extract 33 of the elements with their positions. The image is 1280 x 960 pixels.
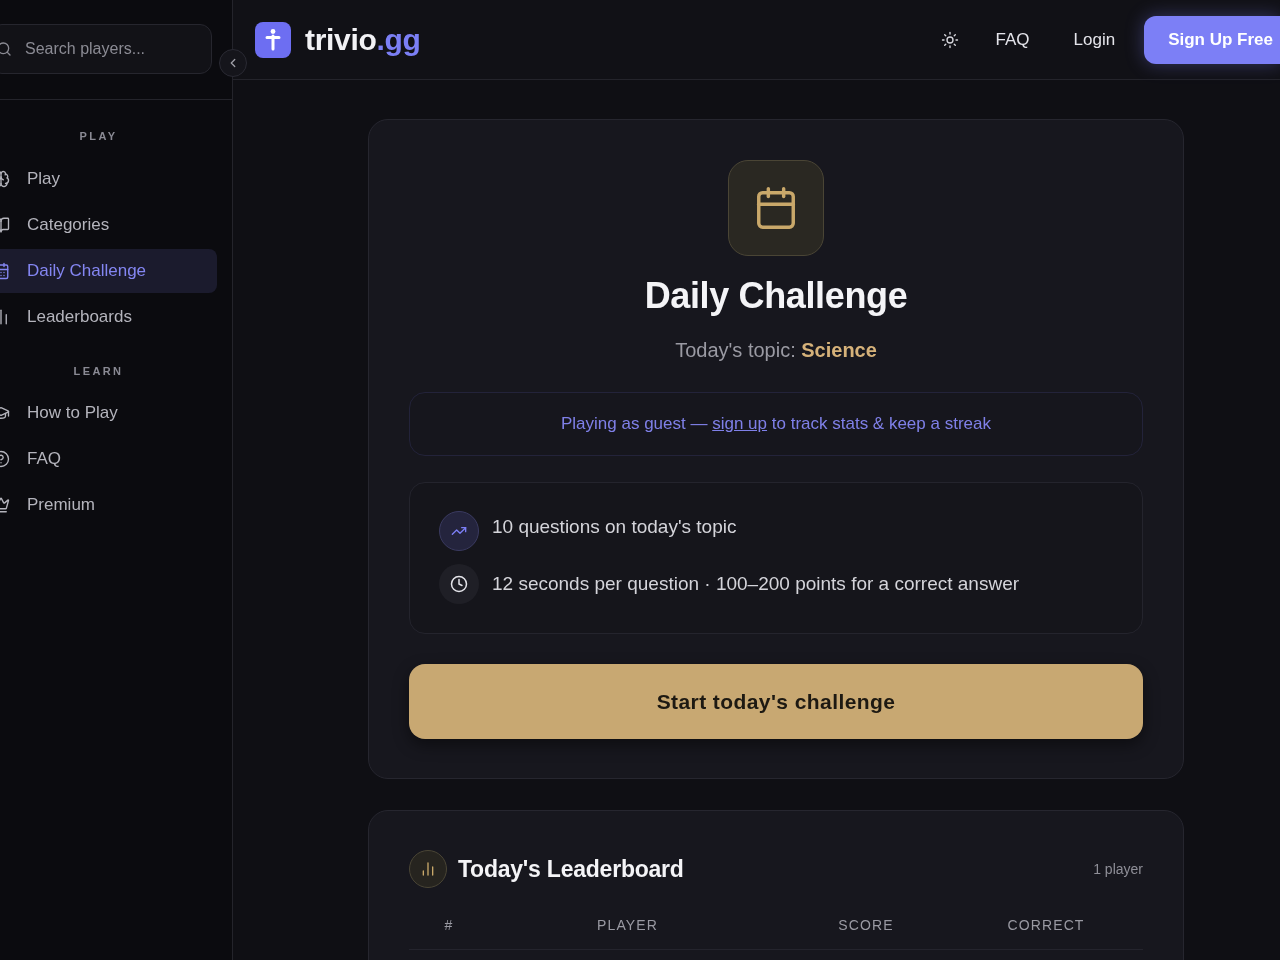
column-header: # <box>444 916 454 935</box>
topic-line: Today's topic: Science <box>675 338 877 363</box>
leaderboard-title: Today's Leaderboard <box>458 854 684 884</box>
nav-link[interactable]: FAQ <box>995 26 1030 53</box>
search-field[interactable]: Search players... <box>0 24 212 74</box>
logo-icon <box>255 21 291 58</box>
challenge-title: Daily Challenge <box>644 274 908 318</box>
guest-notice-text: Playing as guest — sign up to track stats & keep a streak <box>561 413 991 436</box>
clock-icon <box>439 564 479 604</box>
sidebar-item[interactable]: Categories <box>0 202 217 247</box>
calendar-icon <box>728 160 824 256</box>
start-challenge-button[interactable]: Start today's challenge <box>409 664 1143 739</box>
section-heading: LEARN <box>73 363 124 379</box>
rule-text: 10 questions on today's topic <box>492 514 737 539</box>
section-heading: PLAY <box>79 129 118 144</box>
rule-text: 12 seconds per question · 100–200 points for a correct answer <box>492 571 1020 596</box>
trend-icon <box>439 511 479 551</box>
sidebar-item[interactable]: Play <box>0 156 217 201</box>
logo-text: trivio.gg <box>305 22 421 58</box>
sidebar-item[interactable]: FAQ <box>0 437 217 481</box>
column-header: PLAYER <box>597 916 658 935</box>
search-icon <box>0 41 12 57</box>
sign-up-link[interactable]: sign up <box>712 414 768 434</box>
player-count: 1 player <box>1093 859 1143 879</box>
column-header: CORRECT <box>1007 916 1085 935</box>
sidebar-item[interactable]: Premium <box>0 483 217 527</box>
sidebar-item[interactable]: Daily Challenge <box>0 248 217 293</box>
sidebar-item[interactable]: How to Play <box>0 391 217 435</box>
column-header: SCORE <box>838 916 894 935</box>
sun-icon <box>940 30 959 49</box>
bar-chart-icon <box>409 850 447 888</box>
nav-link[interactable]: Login <box>1073 26 1116 53</box>
sidebar-item[interactable]: Leaderboards <box>0 294 217 339</box>
